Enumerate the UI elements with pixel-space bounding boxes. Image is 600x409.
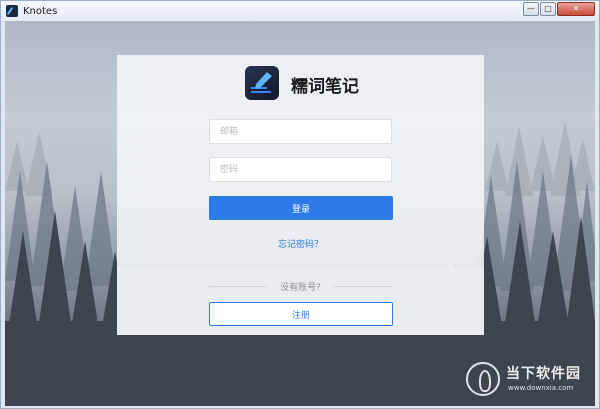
app-window: Knotes — □ ✕ 糯词笔记 邮箱 登录 忘记密码？ 没有账号? 注册 当…: [0, 0, 600, 409]
window-controls: — □ ✕: [522, 2, 595, 16]
site-watermark: 当下软件园 www.downxia.com: [466, 360, 591, 400]
app-icon: [6, 5, 18, 17]
close-button[interactable]: ✕: [557, 2, 595, 16]
divider-line-right: [334, 286, 392, 287]
divider-row: 没有账号?: [209, 280, 392, 293]
app-name: 糯词笔记: [291, 77, 359, 97]
email-field[interactable]: [209, 119, 392, 144]
title-bar[interactable]: Knotes — □ ✕: [1, 1, 599, 21]
watermark-title: 当下软件园: [506, 366, 581, 382]
forgot-password-link[interactable]: 忘记密码？: [117, 237, 484, 250]
watermark-url: www.downxia.com: [508, 384, 574, 392]
maximize-button[interactable]: □: [540, 2, 556, 16]
login-button[interactable]: 登录: [209, 196, 393, 220]
password-field[interactable]: [209, 157, 392, 182]
window-title: Knotes: [23, 5, 58, 17]
minimize-button[interactable]: —: [523, 2, 539, 16]
watermark-logo-icon: [466, 362, 500, 396]
login-card: 糯词笔记 登录 忘记密码？ 没有账号? 注册: [117, 55, 484, 335]
pen-notebook-icon: [245, 66, 279, 100]
register-button[interactable]: 注册: [209, 302, 393, 326]
